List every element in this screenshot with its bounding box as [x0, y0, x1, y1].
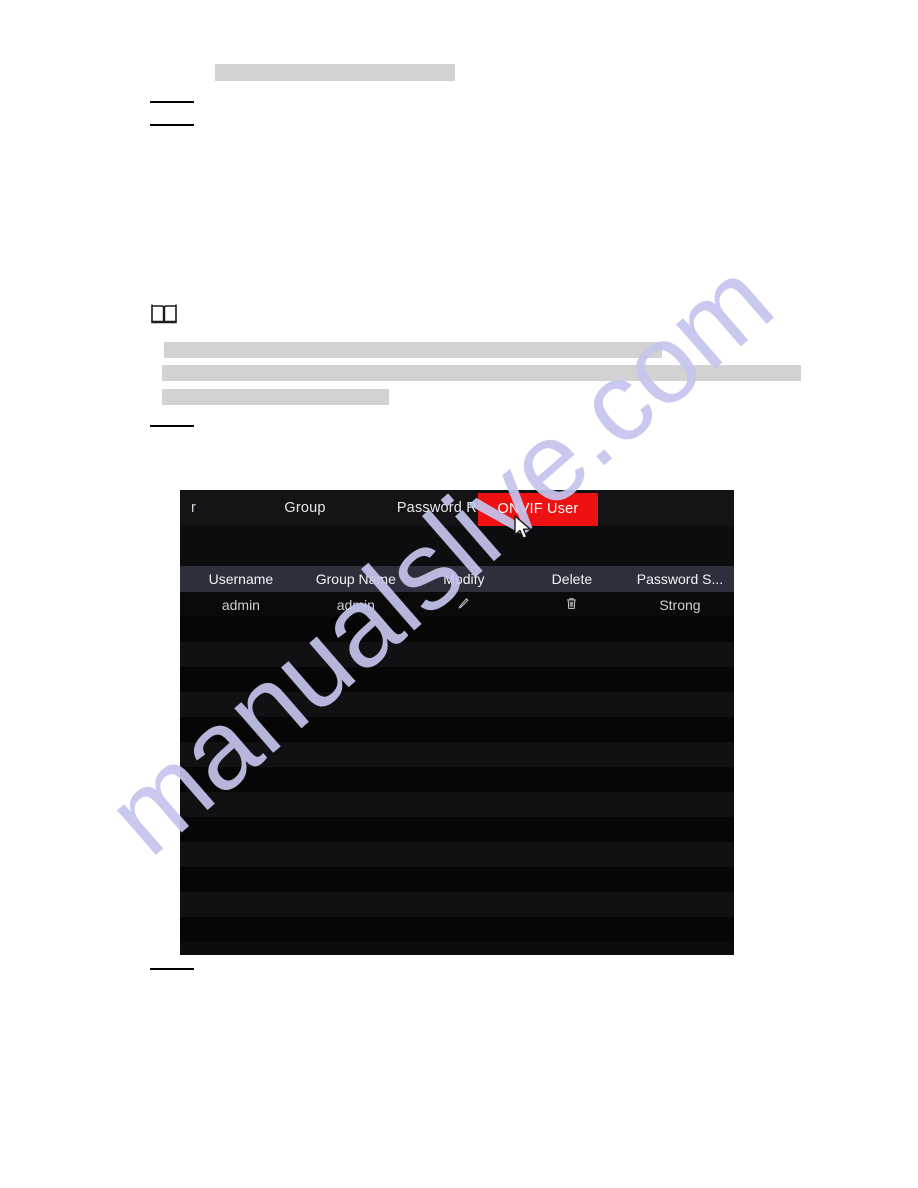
table-empty-row — [180, 817, 734, 842]
horizontal-rule-top-2 — [150, 124, 194, 126]
table-empty-row — [180, 767, 734, 792]
onvif-user-panel: r Group Password Reset ONVIF User Userna… — [180, 490, 734, 955]
redaction-bar-top — [215, 64, 455, 81]
cell-delete[interactable] — [518, 596, 626, 613]
tab-group[interactable]: Group — [230, 490, 380, 526]
redaction-bar-note-2 — [162, 365, 801, 381]
column-header-delete: Delete — [551, 571, 593, 587]
table-empty-row — [180, 892, 734, 917]
table-empty-row — [180, 617, 734, 642]
table-empty-row — [180, 792, 734, 817]
table-header-row: Username Group Name Modify Delete Passwo… — [180, 566, 734, 592]
table-empty-row — [180, 642, 734, 667]
table-empty-row — [180, 867, 734, 892]
column-header-group-name: Group Name — [315, 571, 396, 587]
column-header-modify: Modify — [443, 571, 485, 587]
redaction-bar-note-1 — [164, 342, 662, 358]
column-header-username: Username — [208, 571, 274, 587]
cell-password-strength: Strong — [659, 596, 701, 613]
cell-modify[interactable] — [410, 596, 518, 613]
trash-icon[interactable] — [565, 597, 578, 613]
cell-group-name: admin — [336, 596, 375, 613]
table-empty-row — [180, 917, 734, 942]
column-header-password-strength: Password S... — [636, 571, 724, 587]
table-empty-row — [180, 667, 734, 692]
table-empty-row — [180, 717, 734, 742]
cell-username: admin — [221, 596, 260, 613]
horizontal-rule-bottom — [150, 968, 194, 970]
toolbar-band — [180, 526, 734, 566]
tab-bar: r Group Password Reset ONVIF User — [180, 490, 734, 526]
table-empty-row — [180, 742, 734, 767]
tab-onvif-user[interactable]: ONVIF User — [478, 493, 598, 526]
open-book-icon — [150, 303, 178, 327]
table-empty-rows — [180, 617, 734, 942]
horizontal-rule-top-1 — [150, 101, 194, 103]
table-empty-row — [180, 692, 734, 717]
pencil-icon[interactable] — [457, 597, 470, 613]
table-row[interactable]: admin admin Strong — [180, 592, 734, 617]
horizontal-rule-middle — [150, 425, 194, 427]
table-empty-row — [180, 842, 734, 867]
tab-user-clipped[interactable]: r — [180, 490, 196, 526]
redaction-bar-note-3 — [162, 389, 389, 405]
